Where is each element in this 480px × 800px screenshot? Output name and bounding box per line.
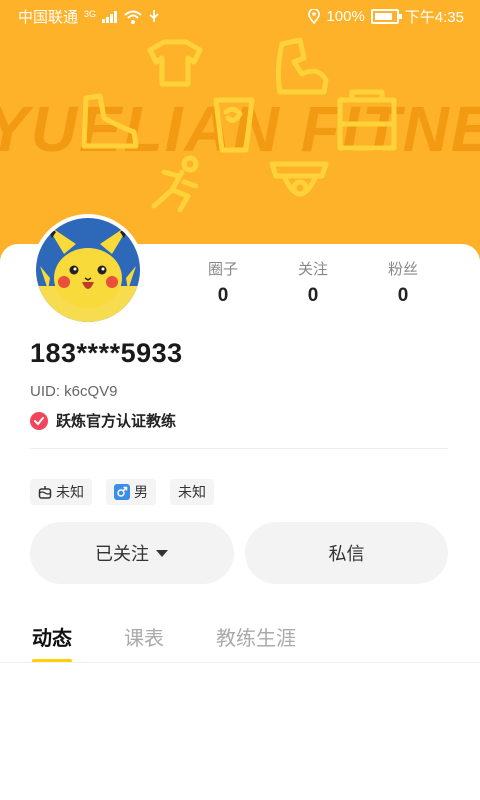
tab-divider — [0, 662, 480, 663]
follow-button[interactable]: 已关注 — [30, 522, 234, 584]
carrier-label: 中国联通 — [18, 9, 79, 26]
signal-icon — [102, 10, 118, 23]
tab-coach-career[interactable]: 教练生涯 — [216, 622, 296, 659]
stat-value: 0 — [217, 285, 229, 306]
usb-icon — [149, 9, 159, 22]
profile-stats: 圈子 0 关注 0 粉丝 0 — [178, 258, 448, 307]
stat-value: 0 — [397, 285, 409, 306]
user-id: UID: k6cQV9 — [30, 383, 118, 400]
tag-label: 男 — [134, 484, 148, 500]
tab-schedule[interactable]: 课表 — [124, 622, 164, 659]
male-icon — [114, 484, 130, 500]
pikachu-avatar-image — [36, 218, 140, 322]
network-label: 3G — [84, 8, 97, 19]
tag-gender: 男 — [106, 479, 156, 505]
avatar[interactable] — [36, 218, 140, 322]
stat-following[interactable]: 关注 0 — [268, 258, 358, 307]
follow-label: 已关注 — [95, 544, 149, 564]
status-bar: 中国联通 3G 100% 下午4:35 — [0, 0, 480, 30]
stat-circles[interactable]: 圈子 0 — [178, 258, 268, 307]
location-icon — [308, 9, 321, 24]
stat-label: 关注 — [297, 261, 328, 278]
stat-followers[interactable]: 粉丝 0 — [358, 258, 448, 307]
clock: 下午4:35 — [404, 9, 464, 26]
caret-down-icon — [156, 550, 168, 557]
message-label: 私信 — [328, 544, 365, 564]
tag-label: 未知 — [56, 484, 84, 500]
tag-unknown: 未知 — [170, 479, 214, 505]
stat-label: 圈子 — [207, 261, 238, 278]
battery-icon — [370, 9, 402, 24]
profile-tags: 未知 男 未知 — [30, 479, 214, 505]
message-button[interactable]: 私信 — [245, 522, 448, 584]
stat-label: 粉丝 — [387, 261, 418, 278]
tab-posts[interactable]: 动态 — [32, 622, 72, 663]
stat-value: 0 — [307, 285, 319, 306]
wifi-icon — [124, 10, 142, 24]
certification-label: 跃炼官方认证教练 — [56, 413, 177, 430]
check-icon — [30, 411, 48, 430]
tag-birthday: 未知 — [30, 479, 92, 505]
divider — [30, 448, 448, 449]
profile-tabs: 动态 课表 教练生涯 — [32, 622, 296, 663]
cake-icon — [38, 486, 52, 499]
tag-label: 未知 — [178, 484, 206, 500]
username: 183****5933 — [30, 338, 183, 368]
battery-percent: 100% — [326, 8, 365, 25]
certification-badge: 跃炼官方认证教练 — [30, 410, 176, 431]
